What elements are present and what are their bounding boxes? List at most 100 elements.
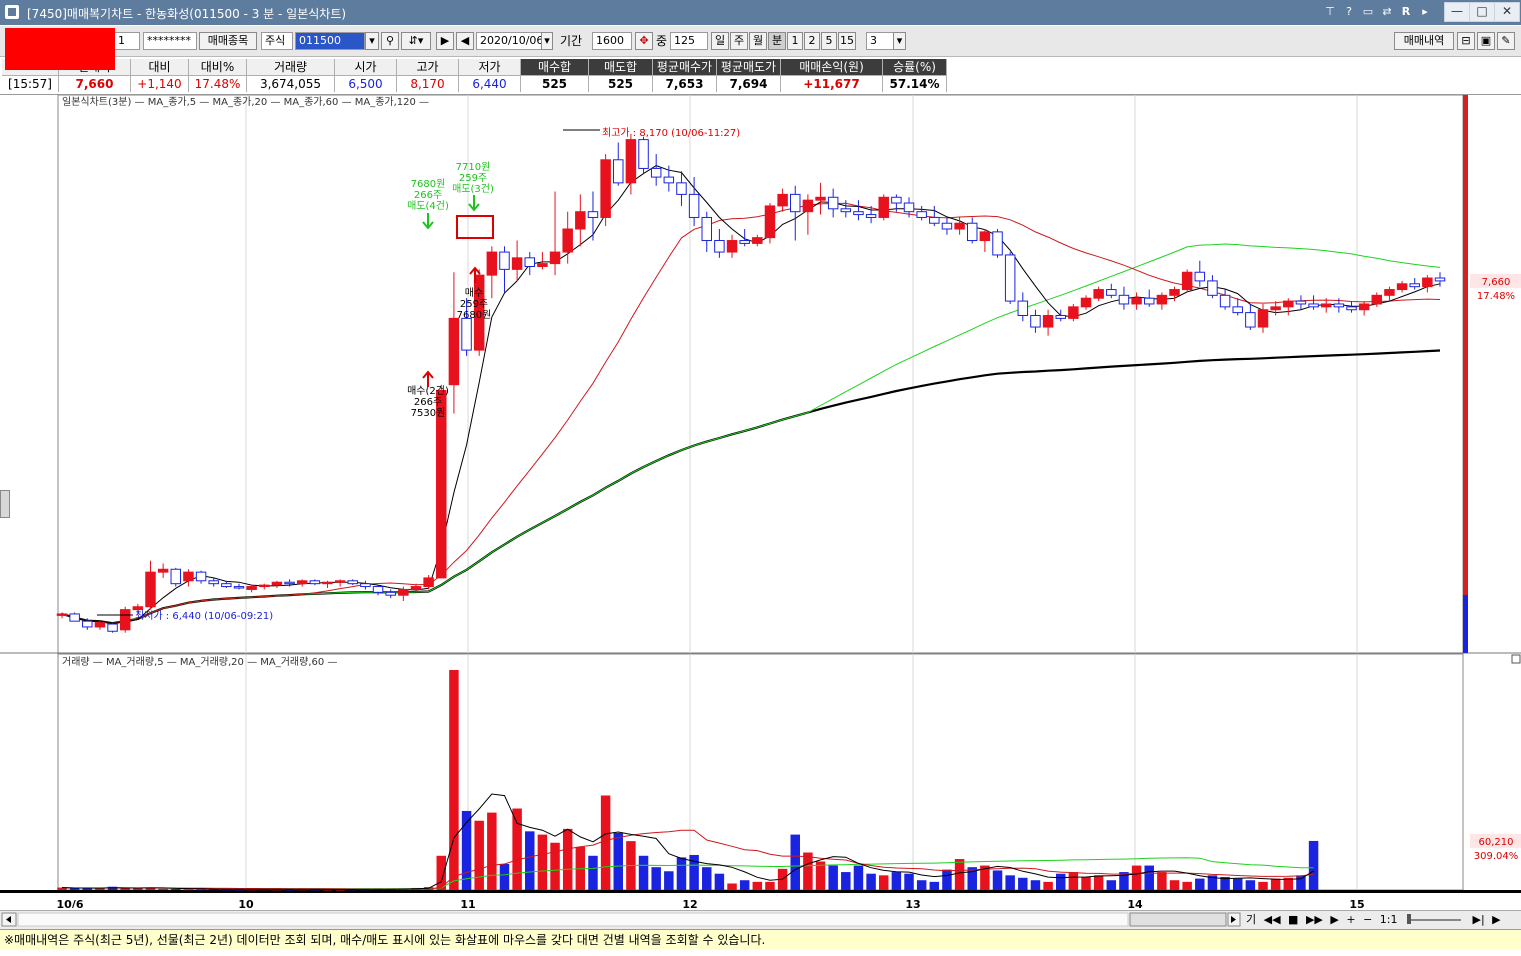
volume-bar	[1258, 881, 1268, 890]
volume-bar	[537, 834, 548, 890]
chart-area[interactable]: 10/6 10 11 12 13 14 15 일본식차트(3분) — MA_종가,5 — MA…	[0, 94, 1521, 911]
stop-icon[interactable]: ■	[1288, 913, 1298, 926]
zoom-out-icon[interactable]: −	[1363, 913, 1372, 926]
candle	[587, 211, 599, 218]
window-icon[interactable]: ▭	[1360, 4, 1376, 20]
crosshair-icon[interactable]: ✥	[635, 32, 653, 50]
candle	[398, 588, 409, 596]
settings-icon[interactable]: ✎	[1497, 32, 1515, 50]
period-button-15m[interactable]: 15	[838, 32, 856, 50]
r-icon[interactable]: R	[1398, 4, 1414, 20]
candle	[992, 231, 1003, 256]
candle	[777, 193, 788, 207]
password-field[interactable]: ********	[143, 32, 197, 50]
volume-bar	[196, 889, 206, 891]
minute-dropdown-button[interactable]: ▾	[893, 32, 906, 50]
history-button[interactable]: 매매내역	[1394, 32, 1454, 50]
candle	[1055, 315, 1066, 319]
volume-bar	[158, 888, 168, 890]
info-value-buy-total: 525	[521, 75, 589, 92]
info-value-low: 6,440	[459, 75, 521, 92]
link-icon[interactable]: ⇄	[1379, 4, 1395, 20]
sort-icon[interactable]: ⇵▾	[401, 32, 431, 50]
forward-icon[interactable]: ▶	[1330, 913, 1338, 926]
candle	[145, 571, 156, 608]
pin-icon[interactable]: ⊤	[1322, 4, 1338, 20]
market-type-select[interactable]: 주식	[261, 32, 293, 50]
next-page-icon[interactable]: ▶	[1492, 913, 1500, 926]
volume-bar	[1182, 881, 1192, 890]
date-field[interactable]: 2020/10/06	[476, 32, 542, 50]
info-header-avg-sell: 평균매도가	[717, 59, 781, 75]
candle	[69, 613, 80, 622]
info-header-low: 저가	[459, 59, 521, 75]
candle	[1156, 294, 1168, 305]
candle	[1093, 289, 1104, 299]
minimize-button[interactable]: —	[1444, 2, 1470, 22]
date-dropdown-button[interactable]: ▾	[541, 32, 553, 50]
volume-bar	[69, 888, 80, 890]
zoom-in-icon[interactable]: +	[1346, 913, 1355, 926]
candle	[966, 222, 978, 242]
redaction-box	[5, 28, 115, 70]
toolbar: 1 ******** 매매종목 주식 011500 ▾ ⚲ ⇵▾ ▶ ◀ 202…	[0, 26, 1521, 57]
maximize-button[interactable]: □	[1469, 2, 1495, 22]
end-icon[interactable]: ▶|	[1472, 913, 1484, 926]
side-expand-handle[interactable]	[0, 490, 10, 518]
volume-bar	[954, 859, 965, 890]
candle	[1295, 300, 1307, 305]
buy-annotation: 7530원	[411, 407, 446, 419]
volume-bar	[588, 855, 598, 890]
candle	[676, 182, 687, 195]
info-header-pnl: 매매손익(원)	[781, 59, 883, 75]
code-dropdown-button[interactable]: ▾	[365, 32, 379, 50]
x-tick-label: 11	[460, 898, 475, 908]
period-button-day[interactable]: 일	[711, 32, 729, 50]
volume-bar	[853, 865, 864, 890]
period-button-2m[interactable]: 2	[804, 32, 820, 50]
chart-scrollbar[interactable]: 기 ◀◀ ■ ▶▶ ▶ + − 1:1 ▶| ▶	[0, 910, 1521, 929]
price-info-bar: [15:57]현재가7,660대비+1,140대비%17.48%거래량3,674…	[0, 57, 1521, 95]
volume-bar	[613, 832, 623, 890]
close-panel-icon[interactable]	[1511, 654, 1521, 664]
period-label: 기간	[560, 34, 583, 48]
account-select[interactable]: 1	[114, 32, 140, 50]
rewind-icon[interactable]: ◀◀	[1264, 913, 1281, 926]
info-header-sell-total: 매도합	[589, 59, 653, 75]
period-input[interactable]: 1600	[592, 32, 632, 50]
candle	[334, 580, 346, 583]
period-button-minute[interactable]: 분	[768, 32, 786, 50]
stock-code-input[interactable]: 011500	[295, 32, 365, 50]
volume-bar	[1169, 880, 1180, 890]
volume-bar	[727, 883, 737, 890]
open-folder-icon[interactable]: ⊟	[1457, 32, 1475, 50]
trade-stock-button[interactable]: 매매종목	[199, 32, 257, 50]
period-button-week[interactable]: 주	[730, 32, 748, 50]
candle	[929, 216, 940, 224]
candle	[157, 568, 169, 573]
close-button[interactable]: ✕	[1494, 2, 1520, 22]
sell-annotation: 7710원	[456, 161, 491, 173]
volume-bar	[1081, 876, 1091, 890]
play-icon[interactable]: ▶	[436, 32, 454, 50]
help-icon[interactable]: ?	[1341, 4, 1357, 20]
save-icon[interactable]: ▣	[1477, 32, 1495, 50]
period-button-5m[interactable]: 5	[821, 32, 837, 50]
candle	[1080, 297, 1092, 308]
chart-svg[interactable]: 10/6 10 11 12 13 14 15 일본식차트(3분) — MA_종가,5 — MA…	[0, 94, 1521, 911]
zoom-slider[interactable]	[1406, 914, 1461, 924]
period-button-1m[interactable]: 1	[787, 32, 803, 50]
candle	[549, 251, 561, 265]
minute-select[interactable]: 3	[866, 32, 894, 50]
middle-input[interactable]: 125	[670, 32, 708, 50]
candle	[94, 622, 106, 628]
candle	[764, 205, 776, 239]
search-icon[interactable]: ⚲	[381, 32, 399, 50]
fast-forward-icon[interactable]: ▶▶	[1306, 913, 1323, 926]
candle	[1118, 294, 1130, 305]
menu-icon[interactable]: ▸	[1417, 4, 1433, 20]
volume-bar	[916, 880, 927, 890]
period-button-month[interactable]: 월	[749, 32, 767, 50]
back-icon[interactable]: ◀	[456, 32, 474, 50]
candle	[195, 571, 207, 582]
